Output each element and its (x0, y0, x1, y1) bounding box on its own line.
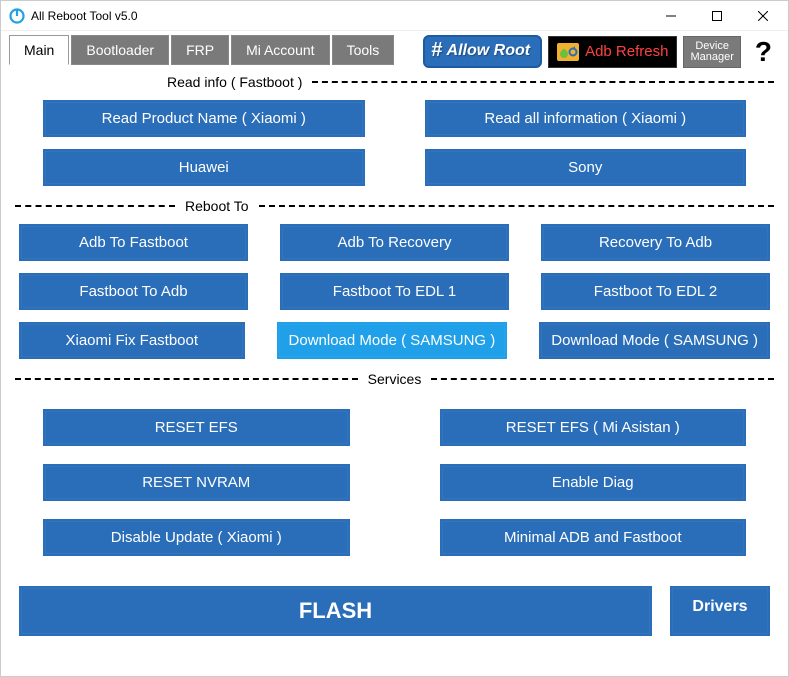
adb-refresh-label: Adb Refresh (585, 43, 668, 60)
reset-nvram-button[interactable]: RESET NVRAM (43, 464, 350, 501)
read-info-label: Read info ( Fastboot ) (161, 74, 308, 90)
fastboot-to-edl1-button[interactable]: Fastboot To EDL 1 (280, 273, 509, 310)
titlebar: All Reboot Tool v5.0 (1, 1, 788, 31)
tab-frp[interactable]: FRP (171, 35, 229, 65)
section-services: Services (1, 371, 788, 387)
adb-to-recovery-button[interactable]: Adb To Recovery (280, 224, 509, 261)
allow-root-button[interactable]: # Allow Root (423, 35, 542, 68)
tab-tools[interactable]: Tools (332, 35, 395, 65)
download-mode-samsung-a-button[interactable]: Download Mode ( SAMSUNG ) (277, 322, 508, 359)
tab-bootloader[interactable]: Bootloader (71, 35, 169, 65)
reset-efs-button[interactable]: RESET EFS (43, 409, 350, 446)
section-read-info: Read info ( Fastboot ) (1, 74, 788, 90)
minimize-button[interactable] (648, 1, 694, 31)
services-label: Services (362, 371, 428, 387)
help-button[interactable]: ? (747, 36, 780, 68)
allow-root-label: Allow Root (447, 42, 531, 60)
drivers-button[interactable]: Drivers (670, 586, 770, 636)
sony-button[interactable]: Sony (425, 149, 747, 186)
adb-to-fastboot-button[interactable]: Adb To Fastboot (19, 224, 248, 261)
huawei-button[interactable]: Huawei (43, 149, 365, 186)
disable-update-xiaomi-button[interactable]: Disable Update ( Xiaomi ) (43, 519, 350, 556)
xiaomi-fix-fastboot-button[interactable]: Xiaomi Fix Fastboot (19, 322, 245, 359)
close-button[interactable] (740, 1, 786, 31)
read-all-info-button[interactable]: Read all information ( Xiaomi ) (425, 100, 747, 137)
fastboot-to-edl2-button[interactable]: Fastboot To EDL 2 (541, 273, 770, 310)
android-icon (557, 43, 579, 61)
app-icon (9, 8, 25, 24)
minimal-adb-fastboot-button[interactable]: Minimal ADB and Fastboot (440, 519, 747, 556)
hash-icon: # (431, 39, 442, 62)
device-manager-button[interactable]: Device Manager (683, 36, 740, 68)
read-product-name-button[interactable]: Read Product Name ( Xiaomi ) (43, 100, 365, 137)
section-reboot-to: Reboot To (1, 198, 788, 214)
tab-strip: Main Bootloader FRP Mi Account Tools (9, 35, 394, 65)
enable-diag-button[interactable]: Enable Diag (440, 464, 747, 501)
window-title: All Reboot Tool v5.0 (31, 9, 648, 23)
reboot-to-label: Reboot To (179, 198, 255, 214)
main-toolbar: Main Bootloader FRP Mi Account Tools # A… (1, 31, 788, 68)
flash-button[interactable]: FLASH (19, 586, 652, 636)
adb-refresh-button[interactable]: Adb Refresh (548, 36, 677, 68)
tab-mi-account[interactable]: Mi Account (231, 35, 329, 65)
maximize-button[interactable] (694, 1, 740, 31)
download-mode-samsung-b-button[interactable]: Download Mode ( SAMSUNG ) (539, 322, 770, 359)
reset-efs-mi-button[interactable]: RESET EFS ( Mi Asistan ) (440, 409, 747, 446)
recovery-to-adb-button[interactable]: Recovery To Adb (541, 224, 770, 261)
tab-main[interactable]: Main (9, 35, 69, 65)
fastboot-to-adb-button[interactable]: Fastboot To Adb (19, 273, 248, 310)
